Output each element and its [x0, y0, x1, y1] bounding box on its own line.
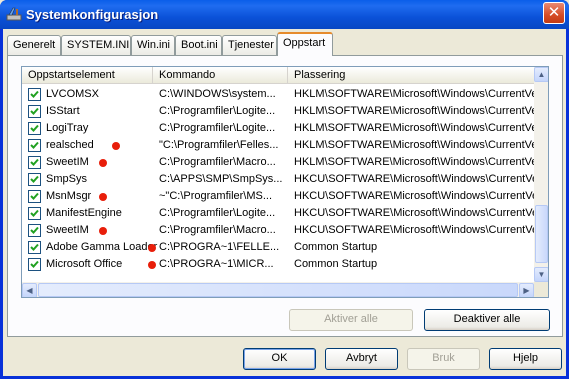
list-item[interactable]: Microsoft Office C:\PROGRA~1\MICR... Commo…	[22, 256, 534, 273]
window: Systemkonfigurasjon ✕ Generelt SYSTEM.IN…	[0, 0, 569, 379]
enable-checkbox[interactable]	[28, 173, 41, 186]
dialog-body: Generelt SYSTEM.INI Win.ini Boot.ini Tje…	[3, 29, 566, 376]
tab-system-ini[interactable]: SYSTEM.INI	[61, 35, 131, 55]
startup-item-command: C:\PROGRA~1\FELLE...	[159, 241, 280, 253]
tab-tjenester[interactable]: Tjenester	[222, 35, 277, 55]
enable-checkbox[interactable]	[28, 258, 41, 271]
red-dot-marker-icon	[111, 142, 120, 150]
scroll-right-icon[interactable]: ▶	[519, 283, 534, 297]
checkmark-icon	[30, 226, 39, 234]
list-item[interactable]: MsnMsgr ~"C:\Programfiler\MS... HKCU\SOFTW…	[22, 188, 534, 205]
startup-item-command: ~"C:\Programfiler\MS...	[159, 190, 273, 202]
startup-item-location: HKLM\SOFTWARE\Microsoft\Windows\CurrentV…	[294, 156, 534, 168]
enable-checkbox[interactable]	[28, 88, 41, 101]
scroll-down-icon[interactable]: ▼	[534, 267, 548, 282]
red-dot-marker-icon	[148, 244, 156, 252]
vertical-scrollbar[interactable]: ▲ ▼	[534, 67, 548, 282]
list-item[interactable]: LVCOMSX C:\WINDOWS\system... HKLM\SOFTWARE…	[22, 86, 534, 103]
list-item[interactable]: ISStart C:\Programfiler\Logite... HKLM\SOF…	[22, 103, 534, 120]
startup-item-command: C:\WINDOWS\system...	[159, 88, 276, 100]
column-header-command[interactable]: Kommando	[153, 67, 288, 84]
startup-item-command: C:\Programfiler\Macro...	[159, 156, 276, 168]
startup-item-name: ISStart	[46, 105, 80, 117]
list-header: Oppstartselement Kommando Plassering	[22, 67, 534, 84]
list-item[interactable]: realsched "C:\Programfiler\Felles... HKLM\…	[22, 137, 534, 154]
column-header-startup-item[interactable]: Oppstartselement	[22, 67, 153, 84]
scroll-up-icon[interactable]: ▲	[534, 67, 548, 82]
startup-tab-panel: Oppstartselement Kommando Plassering LVC…	[7, 55, 563, 337]
enable-checkbox[interactable]	[28, 190, 41, 203]
startup-item-location: HKCU\SOFTWARE\Microsoft\Windows\CurrentV…	[294, 224, 534, 236]
vertical-scroll-thumb[interactable]	[535, 205, 548, 263]
list-item[interactable]: Adobe Gamma Loader C:\PROGRA~1\FELLE... Co…	[22, 239, 534, 256]
startup-item-name: LVCOMSX	[46, 88, 99, 100]
tab-win-ini[interactable]: Win.ini	[131, 35, 175, 55]
tab-generelt[interactable]: Generelt	[7, 35, 61, 55]
startup-item-command: C:\APPS\SMP\SmpSys...	[159, 173, 283, 185]
checkmark-icon	[30, 158, 39, 166]
startup-item-location: HKLM\SOFTWARE\Microsoft\Windows\CurrentV…	[294, 105, 534, 117]
startup-item-command: C:\Programfiler\Logite...	[159, 105, 276, 117]
column-header-location[interactable]: Plassering	[288, 67, 534, 84]
checkmark-icon	[30, 124, 39, 132]
list-item[interactable]: SmpSys C:\APPS\SMP\SmpSys... HKCU\SOFTWARE…	[22, 171, 534, 188]
checkmark-icon	[30, 175, 39, 183]
startup-item-command: C:\Programfiler\Logite...	[159, 122, 276, 134]
checkmark-icon	[30, 243, 39, 251]
startup-item-location: HKCU\SOFTWARE\Microsoft\Windows\CurrentV…	[294, 173, 534, 185]
apply-button[interactable]: Bruk	[407, 348, 480, 370]
startup-item-command: C:\Programfiler\Logite...	[159, 207, 276, 219]
horizontal-scroll-thumb[interactable]	[38, 283, 518, 297]
checkmark-icon	[30, 209, 39, 217]
enable-checkbox[interactable]	[28, 224, 41, 237]
list-item[interactable]: SweetIM C:\Programfiler\Macro... HKCU\SOFT…	[22, 222, 534, 239]
title-bar[interactable]: Systemkonfigurasjon ✕	[0, 0, 569, 29]
startup-item-name: realsched	[46, 139, 94, 151]
startup-item-location: HKCU\SOFTWARE\Microsoft\Windows\CurrentV…	[294, 190, 534, 202]
enable-checkbox[interactable]	[28, 122, 41, 135]
startup-item-location: HKLM\SOFTWARE\Microsoft\Windows\CurrentV…	[294, 122, 534, 134]
disable-all-button[interactable]: Deaktiver alle	[424, 309, 550, 331]
startup-item-location: HKCU\SOFTWARE\Microsoft\Windows\CurrentV…	[294, 207, 534, 219]
horizontal-scrollbar[interactable]: ◀ ▶	[22, 282, 534, 297]
checkmark-icon	[30, 260, 39, 268]
close-icon: ✕	[547, 4, 561, 21]
enable-checkbox[interactable]	[28, 156, 41, 169]
startup-item-command: "C:\Programfiler\Felles...	[159, 139, 279, 151]
startup-item-location: Common Startup	[294, 241, 378, 253]
list-item[interactable]: LogiTray C:\Programfiler\Logite... HKLM\SO…	[22, 120, 534, 137]
enable-checkbox[interactable]	[28, 139, 41, 152]
red-dot-marker-icon	[148, 261, 156, 269]
help-button[interactable]: Hjelp	[489, 348, 562, 370]
enable-checkbox[interactable]	[28, 241, 41, 254]
msconfig-icon	[6, 6, 22, 22]
startup-item-location: HKLM\SOFTWARE\Microsoft\Windows\CurrentV…	[294, 88, 534, 100]
window-title: Systemkonfigurasjon	[26, 7, 159, 22]
startup-list[interactable]: Oppstartselement Kommando Plassering LVC…	[21, 66, 549, 298]
startup-item-location: Common Startup	[294, 258, 378, 270]
startup-item-command: C:\Programfiler\Macro...	[159, 224, 276, 236]
tab-oppstart[interactable]: Oppstart	[277, 32, 333, 56]
scrollbar-corner	[534, 282, 548, 297]
cancel-button[interactable]: Avbryt	[325, 348, 398, 370]
checkmark-icon	[30, 192, 39, 200]
checkmark-icon	[30, 107, 39, 115]
startup-item-name: LogiTray	[46, 122, 89, 134]
enable-checkbox[interactable]	[28, 105, 41, 118]
enable-checkbox[interactable]	[28, 207, 41, 220]
tab-boot-ini[interactable]: Boot.ini	[175, 35, 222, 55]
startup-item-location: HKLM\SOFTWARE\Microsoft\Windows\CurrentV…	[294, 139, 534, 151]
checkmark-icon	[30, 141, 39, 149]
ok-button[interactable]: OK	[243, 348, 316, 370]
close-button[interactable]: ✕	[543, 2, 565, 24]
list-item[interactable]: ManifestEngine C:\Programfiler\Logite... H…	[22, 205, 534, 222]
scroll-left-icon[interactable]: ◀	[22, 283, 37, 297]
list-item[interactable]: SweetIM C:\Programfiler\Macro... HKLM\SOFT…	[22, 154, 534, 171]
startup-item-name: ManifestEngine	[46, 207, 122, 219]
startup-item-name: SmpSys	[46, 173, 87, 185]
checkmark-icon	[30, 90, 39, 98]
startup-item-command: C:\PROGRA~1\MICR...	[159, 258, 274, 270]
enable-all-button[interactable]: Aktiver alle	[289, 309, 413, 331]
